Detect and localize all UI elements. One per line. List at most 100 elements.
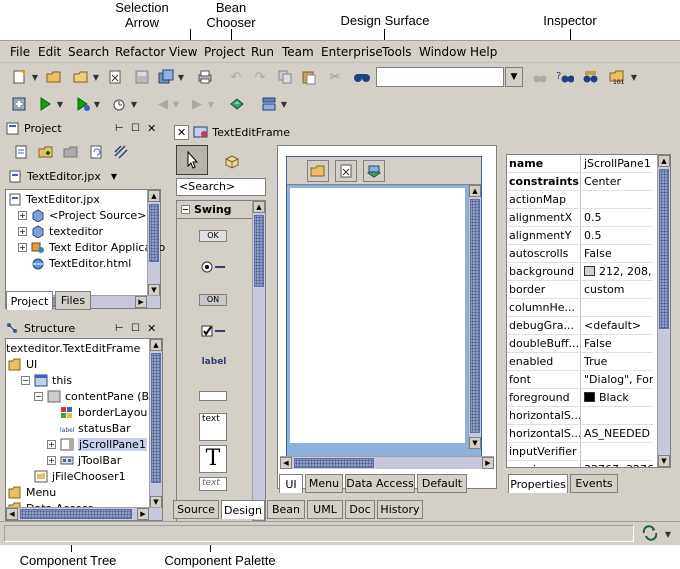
inspector-row[interactable]: foreground Black [507, 389, 653, 407]
structure-tree-item-row[interactable]: label statusBar [47, 420, 131, 436]
tab-default[interactable]: Default [417, 474, 467, 493]
tab-events[interactable]: Events [570, 474, 618, 493]
tab-bean[interactable]: Bean [267, 500, 305, 519]
structure-tree-vscroll[interactable]: ▲ ▼ [149, 339, 162, 508]
expand-icon[interactable]: + [18, 242, 27, 252]
design-vscroll[interactable]: ▲ ▼ [468, 185, 481, 449]
scroll-thumb[interactable] [151, 353, 161, 483]
inspector-row[interactable]: actionMap [507, 191, 653, 209]
jscrollpane-area[interactable] [290, 188, 465, 443]
tab-menu[interactable]: Menu [305, 474, 343, 493]
tab-source[interactable]: Source [173, 500, 219, 519]
print-icon[interactable] [194, 66, 216, 88]
tab-files[interactable]: Files [55, 291, 91, 310]
close-file-icon[interactable] [104, 66, 126, 88]
workspace-icon[interactable]: 101 [607, 66, 629, 88]
workspace-dropdown-icon[interactable]: ▼ [630, 73, 638, 82]
refresh-project-icon[interactable] [85, 141, 107, 163]
palette-jlabel[interactable]: label [198, 357, 230, 367]
debug-dropdown-icon[interactable]: ▼ [93, 100, 101, 109]
bean-chooser-button[interactable] [220, 149, 244, 173]
structure-tree-item-row[interactable]: + jScrollPane1 [47, 436, 147, 452]
run-dropdown-icon[interactable]: ▼ [56, 100, 64, 109]
menu-enterprise[interactable]: Enterprise [321, 45, 383, 59]
project-tree-item-row[interactable]: TextEditor.html [18, 255, 131, 271]
scroll-thumb[interactable] [20, 509, 132, 519]
palette-jtogglebutton[interactable]: ON [199, 294, 227, 306]
scroll-thumb[interactable] [470, 199, 480, 433]
project-selector[interactable]: TextEditor.jpx ▼ [8, 167, 158, 185]
palette-jtextfield-icon[interactable] [199, 391, 227, 401]
menu-file[interactable]: File [10, 45, 30, 59]
structure-tree-item-row[interactable]: jFileChooser1 [21, 468, 126, 484]
status-dropdown-icon[interactable]: ▼ [664, 530, 672, 539]
project-tree-item-row[interactable]: + texteditor [18, 223, 103, 239]
structure-tree-item-row[interactable]: − this [21, 372, 72, 388]
property-value[interactable]: 212, 208, [581, 263, 653, 280]
debug-icon[interactable] [72, 93, 94, 115]
scroll-up-icon[interactable]: ▲ [658, 155, 670, 167]
project-tree-item-row[interactable]: + Text Editor Applicatio [18, 239, 165, 255]
inspector-row[interactable]: maximum...32767, 3276 [507, 461, 653, 467]
property-value[interactable]: Center [581, 173, 653, 190]
design-save-icon[interactable] [335, 160, 357, 182]
forward-dropdown-icon[interactable]: ▼ [207, 100, 215, 109]
scroll-up-icon[interactable]: ▲ [253, 201, 265, 213]
file-tab[interactable]: ✕ TextEditFrame [174, 122, 294, 142]
save-all-icon[interactable] [155, 66, 177, 88]
scroll-down-icon[interactable]: ▼ [658, 455, 670, 467]
scroll-up-icon[interactable]: ▲ [469, 185, 481, 197]
back-dropdown-icon[interactable]: ▼ [172, 100, 180, 109]
property-value[interactable] [581, 191, 653, 208]
inspector-row[interactable]: border custom [507, 281, 653, 299]
expand-icon[interactable]: + [47, 455, 56, 465]
undo-icon[interactable]: ↶ [225, 66, 247, 88]
inspector-row[interactable]: columnHe... [507, 299, 653, 317]
property-value[interactable] [581, 443, 653, 460]
menu-run[interactable]: Run [251, 45, 274, 59]
palette-jtextpane[interactable]: T [199, 445, 227, 473]
project-close-icon[interactable]: ✕ [147, 122, 156, 135]
back-icon[interactable]: ◀ [152, 93, 174, 115]
forward-icon[interactable]: ▶ [186, 93, 208, 115]
inspector-row[interactable]: alignmentY 0.5 [507, 227, 653, 245]
tab-design[interactable]: Design [221, 500, 265, 519]
collapse-icon[interactable]: − [21, 375, 30, 385]
search-combo-dropdown-icon[interactable]: ▼ [505, 67, 523, 87]
property-value[interactable]: 32767, 3276 [581, 461, 653, 467]
inspector-row[interactable]: enabled True [507, 353, 653, 371]
reopen-icon[interactable] [70, 66, 92, 88]
bookmark-icon[interactable] [226, 93, 248, 115]
property-value[interactable]: jScrollPane1 [581, 155, 653, 172]
design-toolbar[interactable] [287, 157, 481, 185]
menu-team[interactable]: Team [282, 45, 314, 59]
expand-icon[interactable]: + [18, 210, 27, 220]
redo-icon[interactable]: ↷ [249, 66, 271, 88]
collapse-icon[interactable]: − [181, 205, 190, 214]
inspector-row[interactable]: alignmentX 0.5 [507, 209, 653, 227]
palette-jtextarea[interactable]: text [199, 413, 227, 441]
find-classes-icon[interactable]: ? [554, 66, 576, 88]
menu-help[interactable]: Help [470, 45, 497, 59]
open-project-icon[interactable] [43, 66, 65, 88]
menu-refactor[interactable]: Refactor [115, 45, 165, 59]
add-files-icon[interactable] [10, 141, 32, 163]
scroll-thumb[interactable] [294, 458, 374, 468]
property-value[interactable]: custom [581, 281, 653, 298]
structure-tree-item-row[interactable]: + jToolBar [47, 452, 121, 468]
inspector-row[interactable]: background 212, 208, [507, 263, 653, 281]
menu-edit[interactable]: Edit [38, 45, 61, 59]
palette-jradiobutton-icon[interactable] [200, 260, 228, 277]
project-selector-dropdown-icon[interactable]: ▼ [111, 172, 117, 181]
palette-jbutton[interactable]: OK [199, 230, 227, 242]
reopen-dropdown-icon[interactable]: ▼ [92, 73, 100, 82]
tab-uml[interactable]: UML [307, 500, 343, 519]
project-properties-icon[interactable] [110, 141, 132, 163]
scroll-up-icon[interactable]: ▲ [150, 339, 162, 351]
scroll-thumb[interactable] [149, 204, 159, 262]
property-value[interactable]: 0.5 [581, 227, 653, 244]
scroll-down-icon[interactable]: ▼ [469, 437, 481, 449]
structure-close-icon[interactable]: ✕ [147, 322, 156, 335]
property-value[interactable]: False [581, 245, 653, 262]
property-value[interactable] [581, 299, 653, 316]
